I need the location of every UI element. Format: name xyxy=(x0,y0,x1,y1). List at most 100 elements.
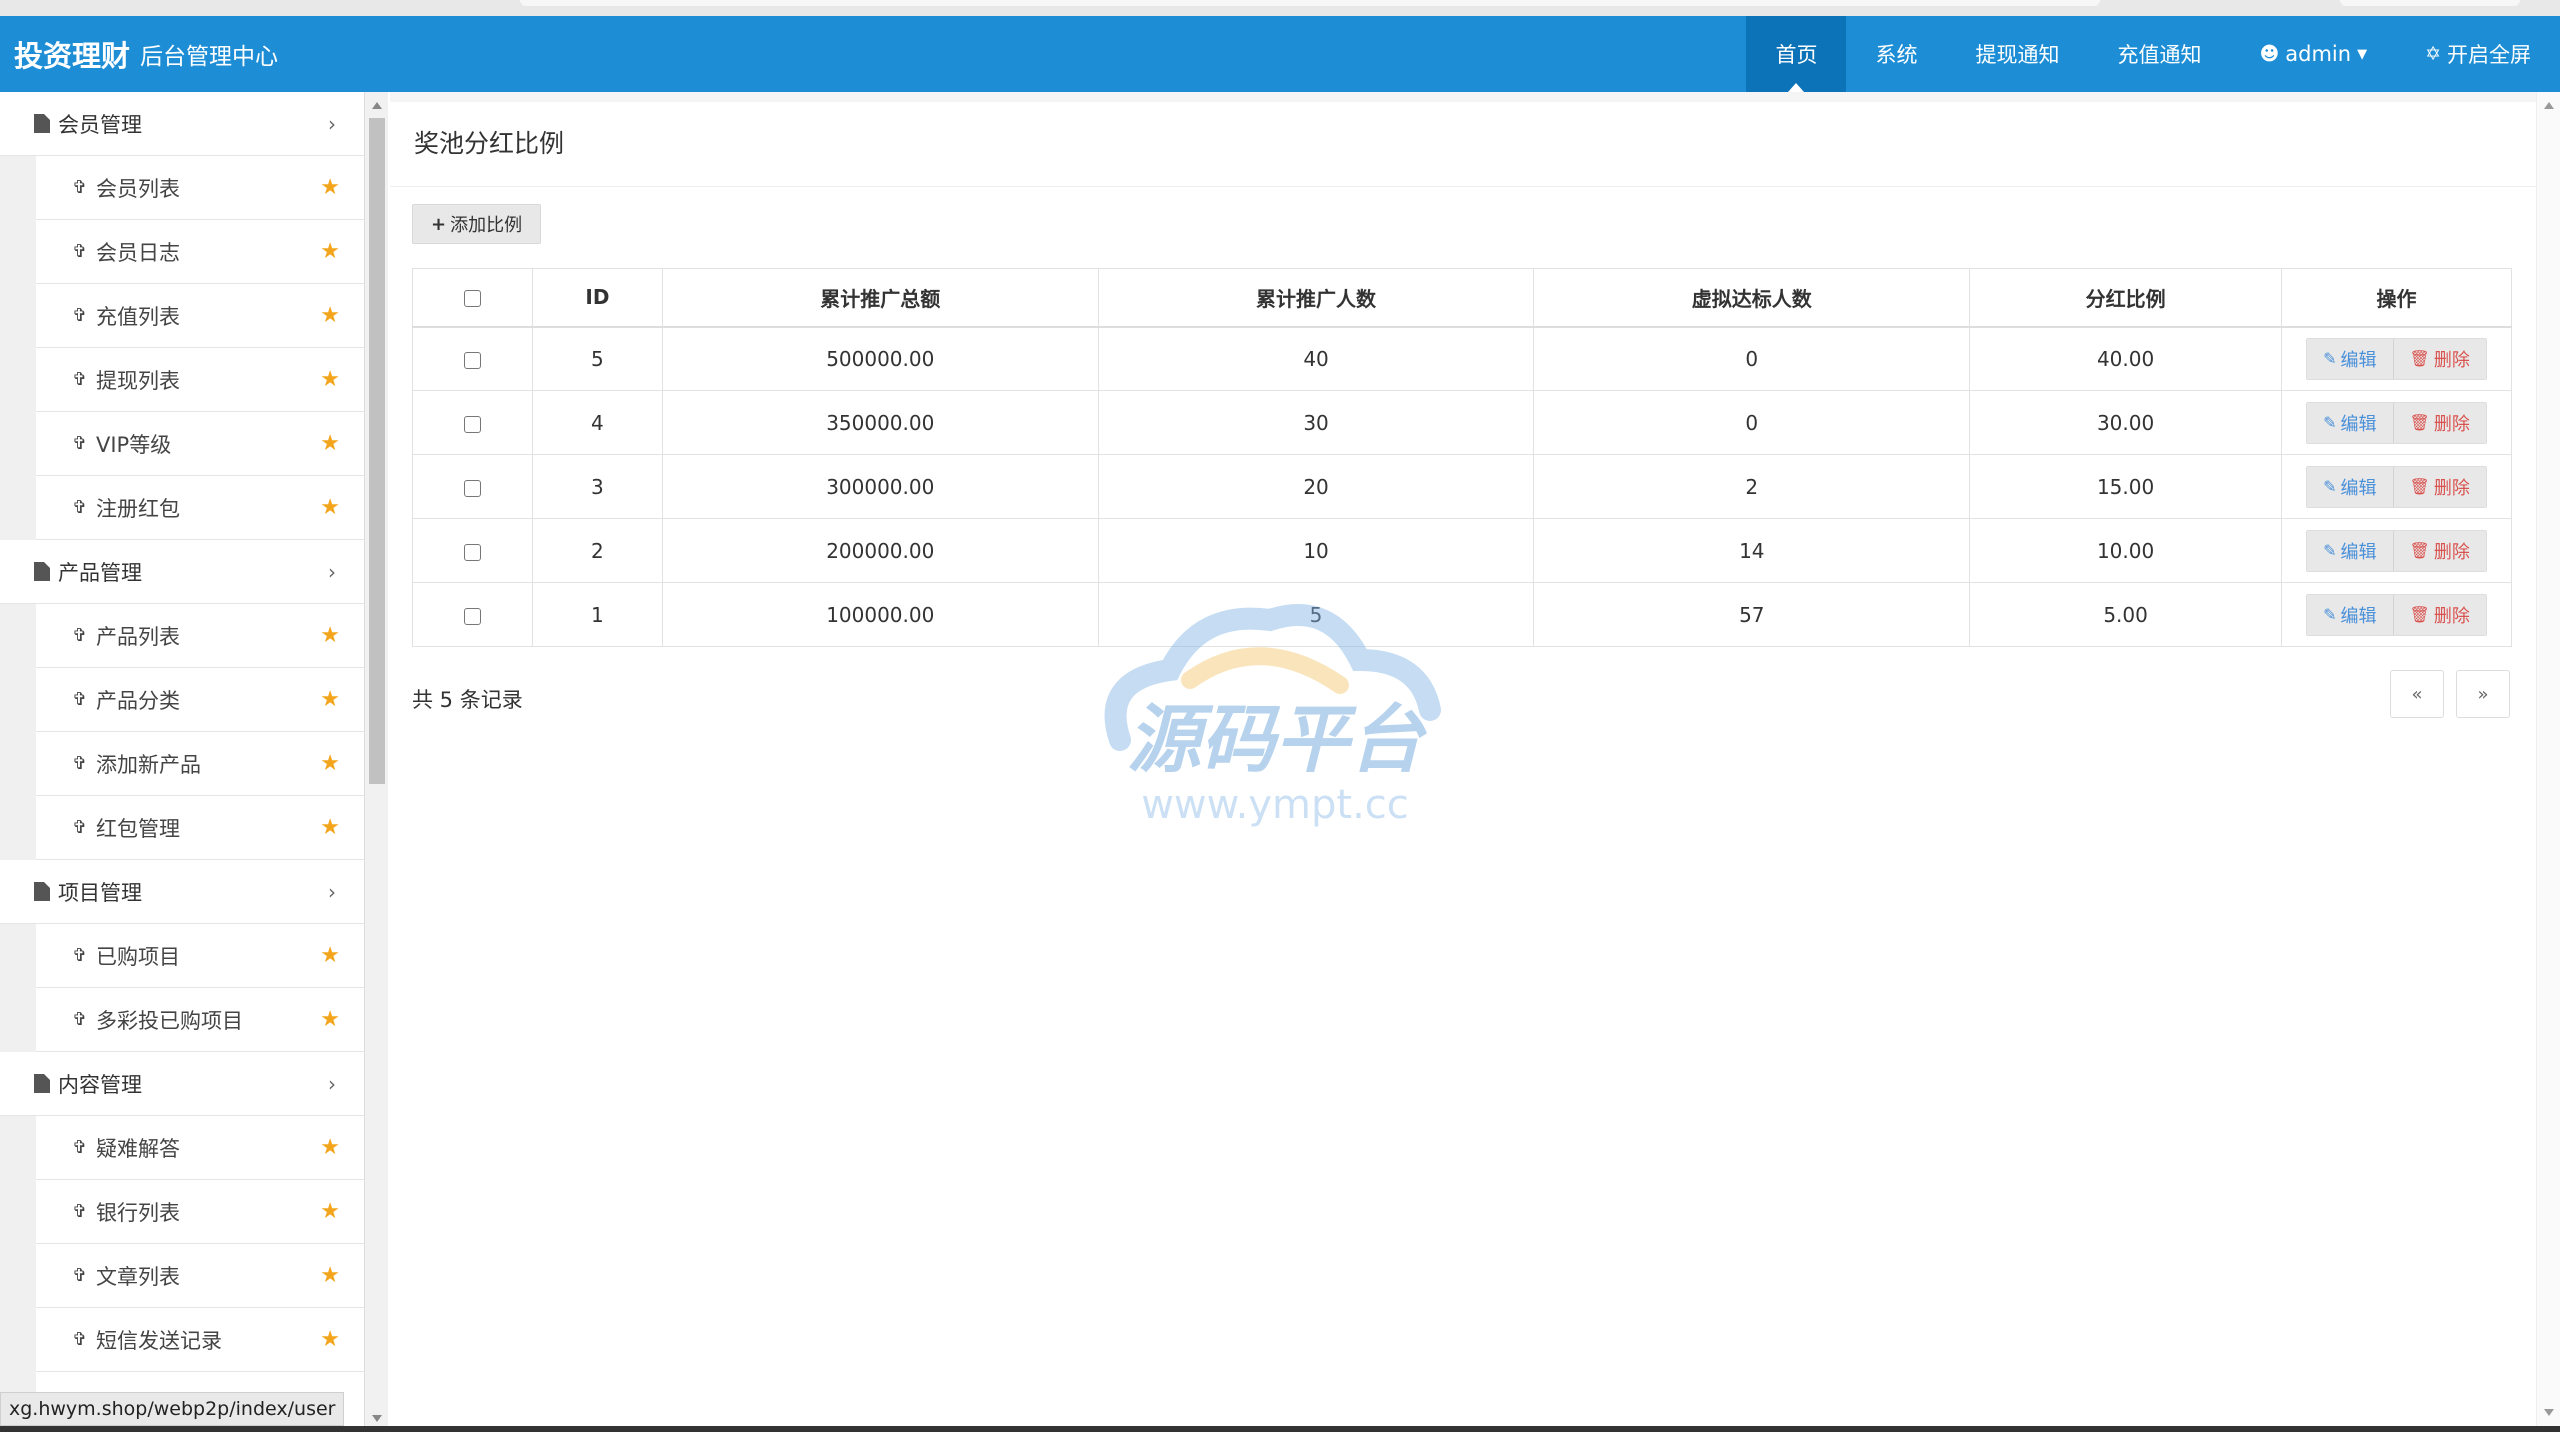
delete-button[interactable]: 🗑 删除 xyxy=(2393,402,2486,443)
nav-admin-menu[interactable]: ☻ admin ▼ xyxy=(2230,16,2396,92)
sidebar-group-projects[interactable]: 项目管理 › xyxy=(0,860,364,924)
sidebar-submenu: ✞ 会员列表 ★ ✞ 会员日志 ★ ✞ 充值列表 ★ ✞ 提现列表 ★ ✞ VIP等级 ★ ✞ 注册红… xyxy=(0,156,364,540)
cell-virtual: 57 xyxy=(1533,582,1971,647)
chevron-right-icon: › xyxy=(328,560,336,584)
scroll-down-icon[interactable] xyxy=(2544,1409,2554,1416)
star-icon: ★ xyxy=(320,1135,340,1160)
pager-prev-button[interactable]: « xyxy=(2390,670,2444,718)
sidebar-item-member-list[interactable]: ✞ 会员列表 ★ xyxy=(36,156,364,220)
sidebar-item-dct-purchased[interactable]: ✞ 多彩投已购项目 ★ xyxy=(36,988,364,1052)
sidebar-group-members[interactable]: 会员管理 › xyxy=(0,92,364,156)
scroll-up-icon[interactable] xyxy=(372,102,382,109)
brand-subtitle: 后台管理中心 xyxy=(140,44,279,70)
sidebar-group-label: 内容管理 xyxy=(58,1072,142,1097)
add-ratio-button[interactable]: + 添加比例 xyxy=(412,204,542,244)
pager-next-button[interactable]: » xyxy=(2456,670,2510,718)
sidebar-item-withdraw-list[interactable]: ✞ 提现列表 ★ xyxy=(36,348,364,412)
sidebar-item-bank-list[interactable]: ✞ 银行列表 ★ xyxy=(36,1180,364,1244)
edit-button[interactable]: ✎ 编辑 xyxy=(2307,530,2394,571)
top-nav: 首页 系统 提现通知 充值通知 ☻ admin ▼ ✡ 开启全屏 xyxy=(1746,16,2560,92)
nav-home[interactable]: 首页 xyxy=(1746,16,1847,92)
sidebar-item-label: VIP等级 xyxy=(96,432,172,457)
trash-icon: 🗑 xyxy=(2409,605,2430,624)
scrollbar-thumb[interactable] xyxy=(369,118,385,784)
sidebar-item-label: 添加新产品 xyxy=(96,752,201,777)
table-header-row: ID 累计推广总额 累计推广人数 虚拟达标人数 分红比例 操作 xyxy=(412,268,2512,328)
edit-button[interactable]: ✎ 编辑 xyxy=(2307,338,2394,379)
sidebar-group-content[interactable]: 内容管理 › xyxy=(0,1052,364,1116)
sidebar-item-recharge-list[interactable]: ✞ 充值列表 ★ xyxy=(36,284,364,348)
puzzle-icon: ✞ xyxy=(72,433,88,454)
nav-system[interactable]: 系统 xyxy=(1846,16,1946,92)
sidebar-item-label: 提现列表 xyxy=(96,368,180,393)
row-checkbox[interactable] xyxy=(463,543,481,561)
scroll-down-icon[interactable] xyxy=(372,1415,382,1422)
puzzle-icon: ✞ xyxy=(72,305,88,326)
delete-button[interactable]: 🗑 删除 xyxy=(2393,530,2486,571)
chevron-right-icon: › xyxy=(328,112,336,136)
sidebar-item-register-bonus[interactable]: ✞ 注册红包 ★ xyxy=(36,476,364,540)
sidebar-item-add-product[interactable]: ✞ 添加新产品 ★ xyxy=(36,732,364,796)
address-bar-edge xyxy=(520,0,2100,6)
sidebar-group-products[interactable]: 产品管理 › xyxy=(0,540,364,604)
nav-recharge-notice[interactable]: 充值通知 xyxy=(2088,16,2230,92)
delete-button[interactable]: 🗑 删除 xyxy=(2393,466,2486,507)
delete-button[interactable]: 🗑 删除 xyxy=(2393,338,2486,379)
edit-icon: ✎ xyxy=(2323,605,2337,624)
cell-virtual: 14 xyxy=(1533,518,1971,583)
sidebar-item-purchased-projects[interactable]: ✞ 已购项目 ★ xyxy=(36,924,364,988)
cell-people: 30 xyxy=(1097,390,1535,455)
scroll-up-icon[interactable] xyxy=(2544,102,2554,109)
star-icon: ★ xyxy=(320,623,340,648)
star-icon: ★ xyxy=(320,1263,340,1288)
sidebar-item-vip-level[interactable]: ✞ VIP等级 ★ xyxy=(36,412,364,476)
column-header: 累计推广总额 xyxy=(661,268,1099,328)
edit-label: 编辑 xyxy=(2340,605,2377,627)
star-icon: ★ xyxy=(320,367,340,392)
sidebar-item-member-log[interactable]: ✞ 会员日志 ★ xyxy=(36,220,364,284)
sidebar-item-product-category[interactable]: ✞ 产品分类 ★ xyxy=(36,668,364,732)
delete-button[interactable]: 🗑 删除 xyxy=(2393,594,2486,635)
sidebar-item-sms-log[interactable]: ✞ 短信发送记录 ★ xyxy=(36,1308,364,1372)
cell-ratio: 15.00 xyxy=(1969,454,2283,519)
puzzle-icon: ✞ xyxy=(72,1137,88,1158)
edit-label: 编辑 xyxy=(2340,477,2377,499)
row-actions: ✎ 编辑 🗑 删除 xyxy=(2306,593,2487,636)
row-checkbox[interactable] xyxy=(463,351,481,369)
sidebar-item-label: 已购项目 xyxy=(96,944,180,969)
edit-button[interactable]: ✎ 编辑 xyxy=(2307,402,2394,443)
edit-button[interactable]: ✎ 编辑 xyxy=(2307,594,2394,635)
nav-withdraw-label: 提现通知 xyxy=(1975,43,2060,67)
edit-label: 编辑 xyxy=(2340,349,2377,371)
brand: 投资理财 后台管理中心 xyxy=(14,16,278,92)
cell-ratio: 5.00 xyxy=(1969,582,2283,647)
table-row: 5 500000.00 40 0 40.00 ✎ 编辑 🗑 删除 xyxy=(412,326,2512,391)
cell-id: 3 xyxy=(531,454,663,519)
sidebar-item-faq[interactable]: ✞ 疑难解答 ★ xyxy=(36,1116,364,1180)
row-checkbox[interactable] xyxy=(463,607,481,625)
row-checkbox[interactable] xyxy=(463,415,481,433)
cell-total: 350000.00 xyxy=(661,390,1099,455)
star-icon: ★ xyxy=(320,495,340,520)
nav-admin-label: admin xyxy=(2285,42,2352,66)
sidebar-scrollbar[interactable] xyxy=(364,92,388,1432)
sidebar-group-label: 项目管理 xyxy=(58,880,142,905)
delete-label: 删除 xyxy=(2433,413,2470,435)
page-scrollbar[interactable] xyxy=(2536,92,2560,1426)
sidebar-item-article-list[interactable]: ✞ 文章列表 ★ xyxy=(36,1244,364,1308)
cell-virtual: 0 xyxy=(1533,326,1971,391)
chevron-right-icon: › xyxy=(328,880,336,904)
add-ratio-label: 添加比例 xyxy=(450,215,523,236)
row-checkbox[interactable] xyxy=(463,479,481,497)
sidebar-group-label: 产品管理 xyxy=(58,560,142,585)
nav-fullscreen[interactable]: ✡ 开启全屏 xyxy=(2396,16,2560,92)
nav-withdraw-notice[interactable]: 提现通知 xyxy=(1946,16,2088,92)
select-all-checkbox[interactable] xyxy=(463,290,481,308)
puzzle-icon: ✞ xyxy=(72,497,88,518)
record-count: 共 5 条记录 xyxy=(412,688,523,712)
sidebar-item-label: 充值列表 xyxy=(96,304,180,329)
cell-id: 1 xyxy=(531,582,663,647)
edit-button[interactable]: ✎ 编辑 xyxy=(2307,466,2394,507)
sidebar-item-product-list[interactable]: ✞ 产品列表 ★ xyxy=(36,604,364,668)
sidebar-item-redpacket[interactable]: ✞ 红包管理 ★ xyxy=(36,796,364,860)
